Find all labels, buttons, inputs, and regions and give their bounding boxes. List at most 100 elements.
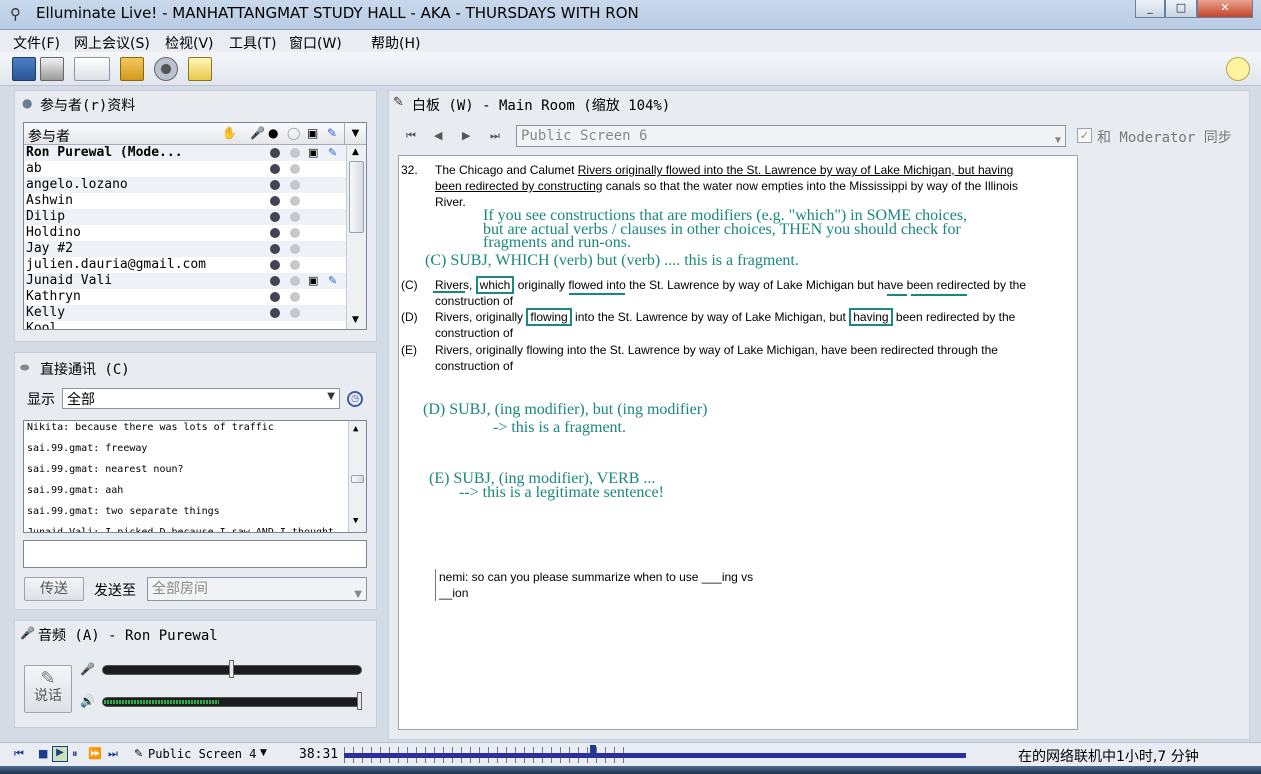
chat-status-icon <box>290 276 300 286</box>
stem-text: River. <box>435 195 466 209</box>
scroll-down-icon[interactable]: ▼ <box>353 516 358 526</box>
prev-page-icon[interactable]: ◀ <box>434 129 442 142</box>
chevron-down-icon: ▼ <box>354 589 362 600</box>
user-status-icon <box>270 308 280 318</box>
choice-e-text: construction of <box>435 359 514 373</box>
screen-status-icon: ▣ <box>308 146 319 159</box>
chat-scrollbar[interactable]: ▲ ▼ <box>348 421 366 532</box>
chat-message: Nikita: because there was lots of traffi… <box>27 422 274 433</box>
user-status-icon <box>270 276 280 286</box>
show-filter-value: 全部 <box>67 392 95 408</box>
choice-d-text: Rivers, originally <box>435 310 527 324</box>
user-status-icon <box>270 212 280 222</box>
chat-message: sai.99.gmat: aah <box>27 485 124 496</box>
scroll-down-icon[interactable]: ▼ <box>352 315 359 325</box>
choice-c: Rivers, which originally flowed into the… <box>435 276 1075 309</box>
annotation-underline <box>569 293 625 295</box>
maximize-button[interactable]: □ <box>1165 0 1197 18</box>
participant-name: Ron Purewal (Mode... <box>26 145 183 160</box>
layout-icon[interactable] <box>74 57 110 81</box>
user-col-icon: ● <box>268 126 279 140</box>
participants-header: 参与者 ✋ 🎤 ● ◯ ▣ ✎ ▼ <box>24 123 366 145</box>
notes-icon[interactable] <box>188 57 212 81</box>
mic-level-icon: 🎤 <box>80 662 95 676</box>
talk-label: 说话 <box>34 688 62 704</box>
first-page-icon[interactable]: ⏮ <box>406 129 416 143</box>
chevron-down-icon: ▼ <box>1054 135 1061 146</box>
whiteboard-canvas[interactable]: 32. The Chicago and Calumet Rivers origi… <box>398 155 1078 730</box>
choice-c-which: which <box>475 276 515 294</box>
choice-d-text: been redirected by the <box>892 310 1016 324</box>
scroll-up-icon[interactable]: ▲ <box>352 147 359 157</box>
pen-status-icon: ✎ <box>328 146 338 159</box>
typed-note-line: nemi: so can you please summarize when t… <box>439 570 754 584</box>
next-page-icon[interactable]: ▶ <box>462 129 470 142</box>
play-icon[interactable]: ▶ <box>52 746 68 762</box>
whiteboard-title: 白板 (W) - Main Room (缩放 104%) <box>412 98 671 114</box>
stop-icon[interactable]: ■ <box>38 747 48 760</box>
close-button[interactable]: ✕ <box>1197 0 1253 18</box>
pen-status-icon: ✎ <box>328 274 338 287</box>
mic-volume-handle[interactable] <box>229 660 234 678</box>
menu-tools[interactable]: 工具(T) <box>229 33 276 53</box>
timeline-marker[interactable] <box>590 745 596 755</box>
participant-name: julien.dauria@gmail.com <box>26 257 207 272</box>
scroll-up-icon[interactable]: ▲ <box>353 424 358 434</box>
user-status-icon <box>270 164 280 174</box>
column-menu-button[interactable]: ▼ <box>344 123 366 144</box>
annotation-note-1: fragments and run-ons. <box>483 234 631 251</box>
participant-name: Junaid Vali <box>26 273 113 288</box>
last-page-icon[interactable]: ⏭ <box>490 129 500 143</box>
choice-c-text: Rivers, <box>435 278 476 292</box>
chevron-down-icon[interactable]: ▼ <box>260 748 267 758</box>
chat-message: Junaid Vali: I picked D because I saw AN… <box>27 527 335 533</box>
choice-e: Rivers, originally flowing into the St. … <box>435 342 1075 374</box>
speaker-volume-handle[interactable] <box>357 692 362 710</box>
end-icon[interactable]: ⏭ <box>108 747 118 761</box>
chat-status-icon <box>290 260 300 270</box>
menu-meeting[interactable]: 网上会议(S) <box>74 33 150 53</box>
annotation-underline <box>887 294 907 296</box>
send-button[interactable]: 传送 <box>24 577 84 601</box>
choice-d-label: (D) <box>401 310 418 324</box>
save-icon[interactable] <box>12 57 36 81</box>
choice-e-text: Rivers, originally flowing into the St. … <box>435 343 998 357</box>
clock-icon[interactable]: ◷ <box>347 391 363 407</box>
menu-view[interactable]: 检视(V) <box>165 33 214 53</box>
audio-title: 音频 (A) - Ron Purewal <box>38 628 218 644</box>
toolbar <box>0 52 1261 86</box>
send-to-select[interactable]: 全部房间 ▼ <box>147 577 367 601</box>
menu-help[interactable]: 帮助(H) <box>371 33 420 53</box>
screen-select[interactable]: Public Screen 6 ▼ <box>516 125 1066 147</box>
pause-icon[interactable]: ⏸ <box>72 747 78 761</box>
choice-d-flowing: flowing <box>526 308 572 326</box>
fast-forward-icon[interactable]: ⏩ <box>88 747 102 760</box>
elluminate-logo-icon: ⚲ <box>10 5 21 23</box>
question-stem: The Chicago and Calumet Rivers originall… <box>435 162 1073 210</box>
annotation-underline <box>911 294 967 296</box>
sync-checkbox[interactable]: ✓ <box>1077 128 1092 143</box>
transfer-icon[interactable] <box>120 57 144 81</box>
speaker-icon: 🔊 <box>80 694 95 708</box>
menu-window[interactable]: 窗口(W) <box>289 33 342 53</box>
menu-file[interactable]: 文件(F) <box>13 33 60 53</box>
webcam-icon[interactable] <box>154 57 178 81</box>
chat-log: Nikita: because there was lots of traffi… <box>23 420 367 533</box>
rewind-icon[interactable]: ⏮ <box>14 747 24 761</box>
scroll-thumb[interactable] <box>349 161 364 233</box>
hand-icon: ✋ <box>222 126 237 140</box>
talk-button[interactable]: ✎ 说话 <box>24 665 72 713</box>
show-filter-select[interactable]: 全部 ▼ <box>62 388 340 409</box>
chat-message-input[interactable] <box>23 540 367 568</box>
pen-icon: ✎ <box>393 95 404 110</box>
show-label: 显示 <box>27 392 55 408</box>
participants-icon: ● <box>22 96 33 110</box>
choice-d-text: construction of <box>435 326 514 340</box>
pen-col-icon: ✎ <box>327 126 338 140</box>
minimize-button[interactable]: _ <box>1135 0 1165 18</box>
participants-scrollbar[interactable]: ▲ ▼ <box>346 145 366 329</box>
print-icon[interactable] <box>40 57 64 81</box>
scroll-thumb[interactable] <box>351 475 364 483</box>
status-screen-name[interactable]: Public Screen 4 <box>148 747 256 761</box>
chat-status-icon <box>290 244 300 254</box>
